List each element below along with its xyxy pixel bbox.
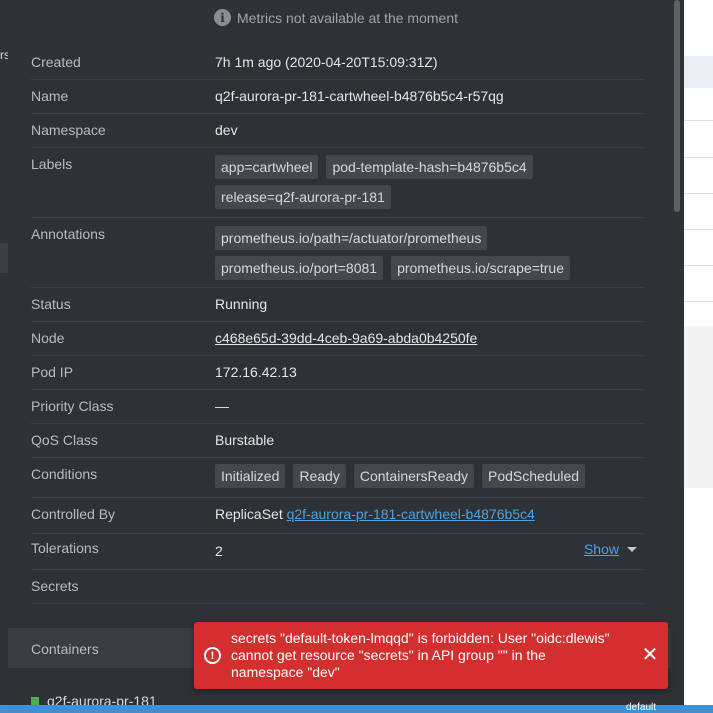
background-row-divider <box>684 301 713 302</box>
detail-value: dev <box>215 122 238 138</box>
chevron-down-icon <box>627 546 637 552</box>
tolerations-count: 2 <box>215 543 223 559</box>
controller-kind: ReplicaSet <box>215 506 283 522</box>
detail-value: Burstable <box>215 432 275 448</box>
detail-row-created: Created 7h 1m ago (2020-04-20T15:09:31Z) <box>31 54 643 80</box>
tolerations-show-toggle[interactable]: Show <box>584 541 637 557</box>
close-icon[interactable]: ✕ <box>641 645 659 665</box>
annotation-chip: prometheus.io/scrape=true <box>391 256 570 280</box>
detail-label: Priority Class <box>31 398 114 414</box>
detail-row-qos-class: QoS Class Burstable <box>31 432 643 458</box>
detail-label: Status <box>31 296 71 312</box>
label-chip: app=cartwheel <box>215 155 319 179</box>
controlled-by-value: ReplicaSet q2f-aurora-pr-181-cartwheel-b… <box>215 506 643 522</box>
labels-chip-list: app=cartwheel pod-template-hash=b4876b5c… <box>215 155 643 209</box>
detail-row-priority-class: Priority Class — <box>31 398 643 424</box>
detail-label: Annotations <box>31 226 105 242</box>
detail-label: Controlled By <box>31 506 116 522</box>
background-row-divider <box>684 229 713 230</box>
namespace-indicator[interactable]: default <box>626 702 656 713</box>
detail-label: Labels <box>31 156 73 172</box>
scrollbar-thumb[interactable] <box>674 0 680 212</box>
detail-row-pod-ip: Pod IP 172.16.42.13 <box>31 364 643 390</box>
detail-label: Name <box>31 88 69 104</box>
detail-label: Created <box>31 54 81 70</box>
show-label: Show <box>583 541 619 557</box>
detail-row-tolerations: Tolerations 2 Show <box>31 540 643 570</box>
containers-title: Containers <box>31 641 99 657</box>
detail-label: Tolerations <box>31 540 99 556</box>
detail-row-conditions: Conditions Initialized Ready ContainersR… <box>31 464 643 498</box>
metrics-notice: i Metrics not available at the moment <box>214 9 458 26</box>
detail-label: Node <box>31 330 65 346</box>
background-panel <box>684 326 713 488</box>
condition-chip: Initialized <box>215 464 286 488</box>
error-icon: ! <box>204 647 221 664</box>
error-toast: ! secrets "default-token-lmqqd" is forbi… <box>194 622 668 689</box>
condition-chip: PodScheduled <box>482 464 586 488</box>
detail-row-status: Status Running <box>31 296 643 322</box>
status-value: Running <box>215 296 268 312</box>
info-icon: i <box>214 9 231 26</box>
background-row-divider <box>684 120 713 121</box>
detail-row-namespace: Namespace dev <box>31 122 643 148</box>
detail-value: — <box>215 398 229 414</box>
detail-label: QoS Class <box>31 432 98 448</box>
node-link[interactable]: c468e65d-39dd-4ceb-9a69-abda0b4250fe <box>215 330 643 346</box>
detail-label: Pod IP <box>31 364 74 380</box>
detail-label: Conditions <box>31 466 98 482</box>
detail-row-annotations: Annotations prometheus.io/path=/actuator… <box>31 226 643 288</box>
detail-row-node: Node c468e65d-39dd-4ceb-9a69-abda0b4250f… <box>31 330 643 356</box>
background-row-divider <box>684 265 713 266</box>
background-row-divider <box>684 157 713 158</box>
label-chip: pod-template-hash=b4876b5c4 <box>326 155 533 179</box>
pod-details-drawer: i Metrics not available at the moment Cr… <box>8 0 684 713</box>
running-status-icon <box>31 697 39 705</box>
annotation-chip: prometheus.io/path=/actuator/prometheus <box>215 226 488 250</box>
condition-chip: Ready <box>293 464 346 488</box>
annotation-chip: prometheus.io/port=8081 <box>215 256 384 280</box>
background-table-header <box>684 56 713 88</box>
background-sidebar: rs <box>0 0 10 713</box>
label-chip: release=q2f-aurora-pr-181 <box>215 185 391 209</box>
detail-row-secrets: Secrets <box>31 578 643 604</box>
conditions-chip-list: Initialized Ready ContainersReady PodSch… <box>215 464 643 488</box>
controller-link[interactable]: q2f-aurora-pr-181-cartwheel-b4876b5c4 <box>287 506 535 522</box>
metrics-message: Metrics not available at the moment <box>237 9 458 26</box>
detail-row-controlled-by: Controlled By ReplicaSet q2f-aurora-pr-1… <box>31 506 643 534</box>
detail-value: 172.16.42.13 <box>215 364 297 380</box>
background-sidebar-band <box>0 243 8 273</box>
annotations-chip-list: prometheus.io/path=/actuator/prometheus … <box>215 226 643 280</box>
detail-label: Secrets <box>31 578 79 594</box>
detail-value: q2f-aurora-pr-181-cartwheel-b4876b5c4-r5… <box>215 88 504 104</box>
background-row-divider <box>684 193 713 194</box>
detail-label: Namespace <box>31 122 106 138</box>
detail-value: 7h 1m ago (2020-04-20T15:09:31Z) <box>215 54 438 70</box>
detail-row-name: Name q2f-aurora-pr-181-cartwheel-b4876b5… <box>31 88 643 114</box>
background-content <box>684 0 713 713</box>
bottom-status-bar: default <box>0 702 713 713</box>
detail-row-labels: Labels app=cartwheel pod-template-hash=b… <box>31 155 643 218</box>
condition-chip: ContainersReady <box>353 464 475 488</box>
toast-message: secrets "default-token-lmqqd" is forbidd… <box>231 630 610 680</box>
